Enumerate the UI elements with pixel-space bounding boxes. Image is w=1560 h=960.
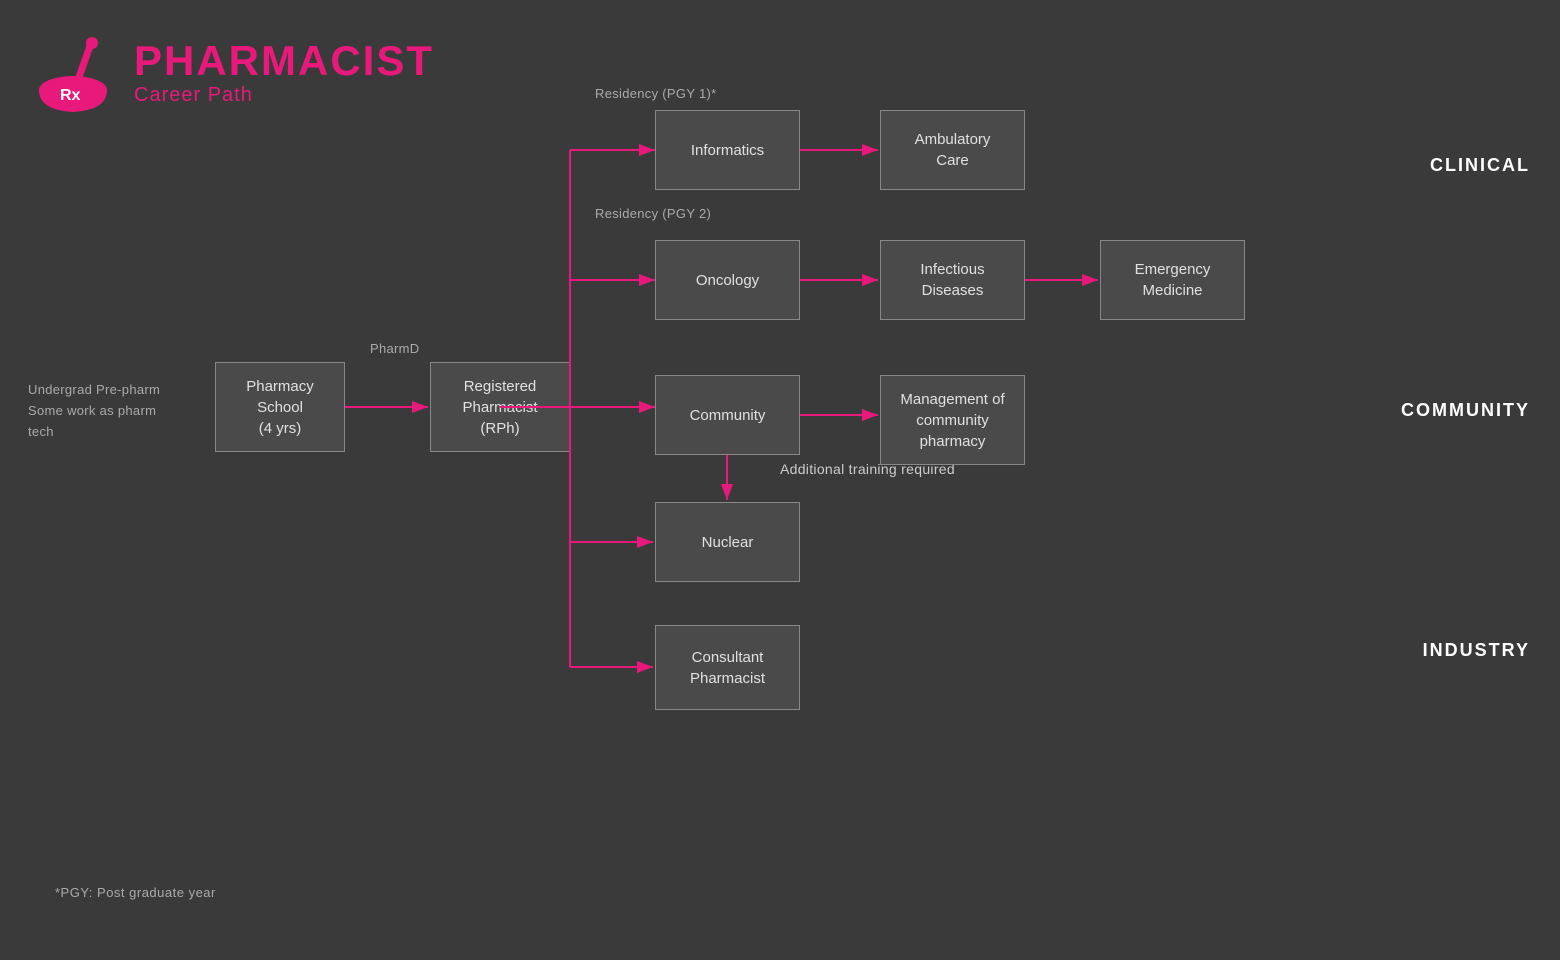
section-industry: INDUSTRY [1423,640,1530,661]
footnote-text: *PGY: Post graduate year [55,885,216,900]
pgy1-label: Residency (PGY 1)* [595,85,717,103]
pharmacy-school-box: Pharmacy School (4 yrs) [215,362,345,452]
registered-pharmacist-box: Registered Pharmacist (RPh) [430,362,570,452]
undergrad-label: Undergrad Pre-pharm Some work as pharm t… [28,380,160,442]
logo-pharmacist-text: PHARMACIST [134,40,434,82]
management-box: Management of community pharmacy [880,375,1025,465]
emergency-medicine-box: Emergency Medicine [1100,240,1245,320]
logo-area: Rx PHARMACIST Career Path [28,28,434,118]
logo-career-text: Career Path [134,84,434,107]
oncology-box: Oncology [655,240,800,320]
ambulatory-care-box: Ambulatory Care [880,110,1025,190]
section-clinical: CLINICAL [1430,155,1530,176]
svg-text:Rx: Rx [60,87,81,104]
section-community: COMMUNITY [1401,400,1530,421]
pharmd-label: PharmD [370,340,419,358]
logo-text: PHARMACIST Career Path [134,40,434,107]
pgy2-label: Residency (PGY 2) [595,205,711,223]
community-box: Community [655,375,800,455]
mortar-icon: Rx [28,28,118,118]
nuclear-box: Nuclear [655,502,800,582]
informatics-box: Informatics [655,110,800,190]
infectious-diseases-box: Infectious Diseases [880,240,1025,320]
consultant-pharmacist-box: Consultant Pharmacist [655,625,800,710]
